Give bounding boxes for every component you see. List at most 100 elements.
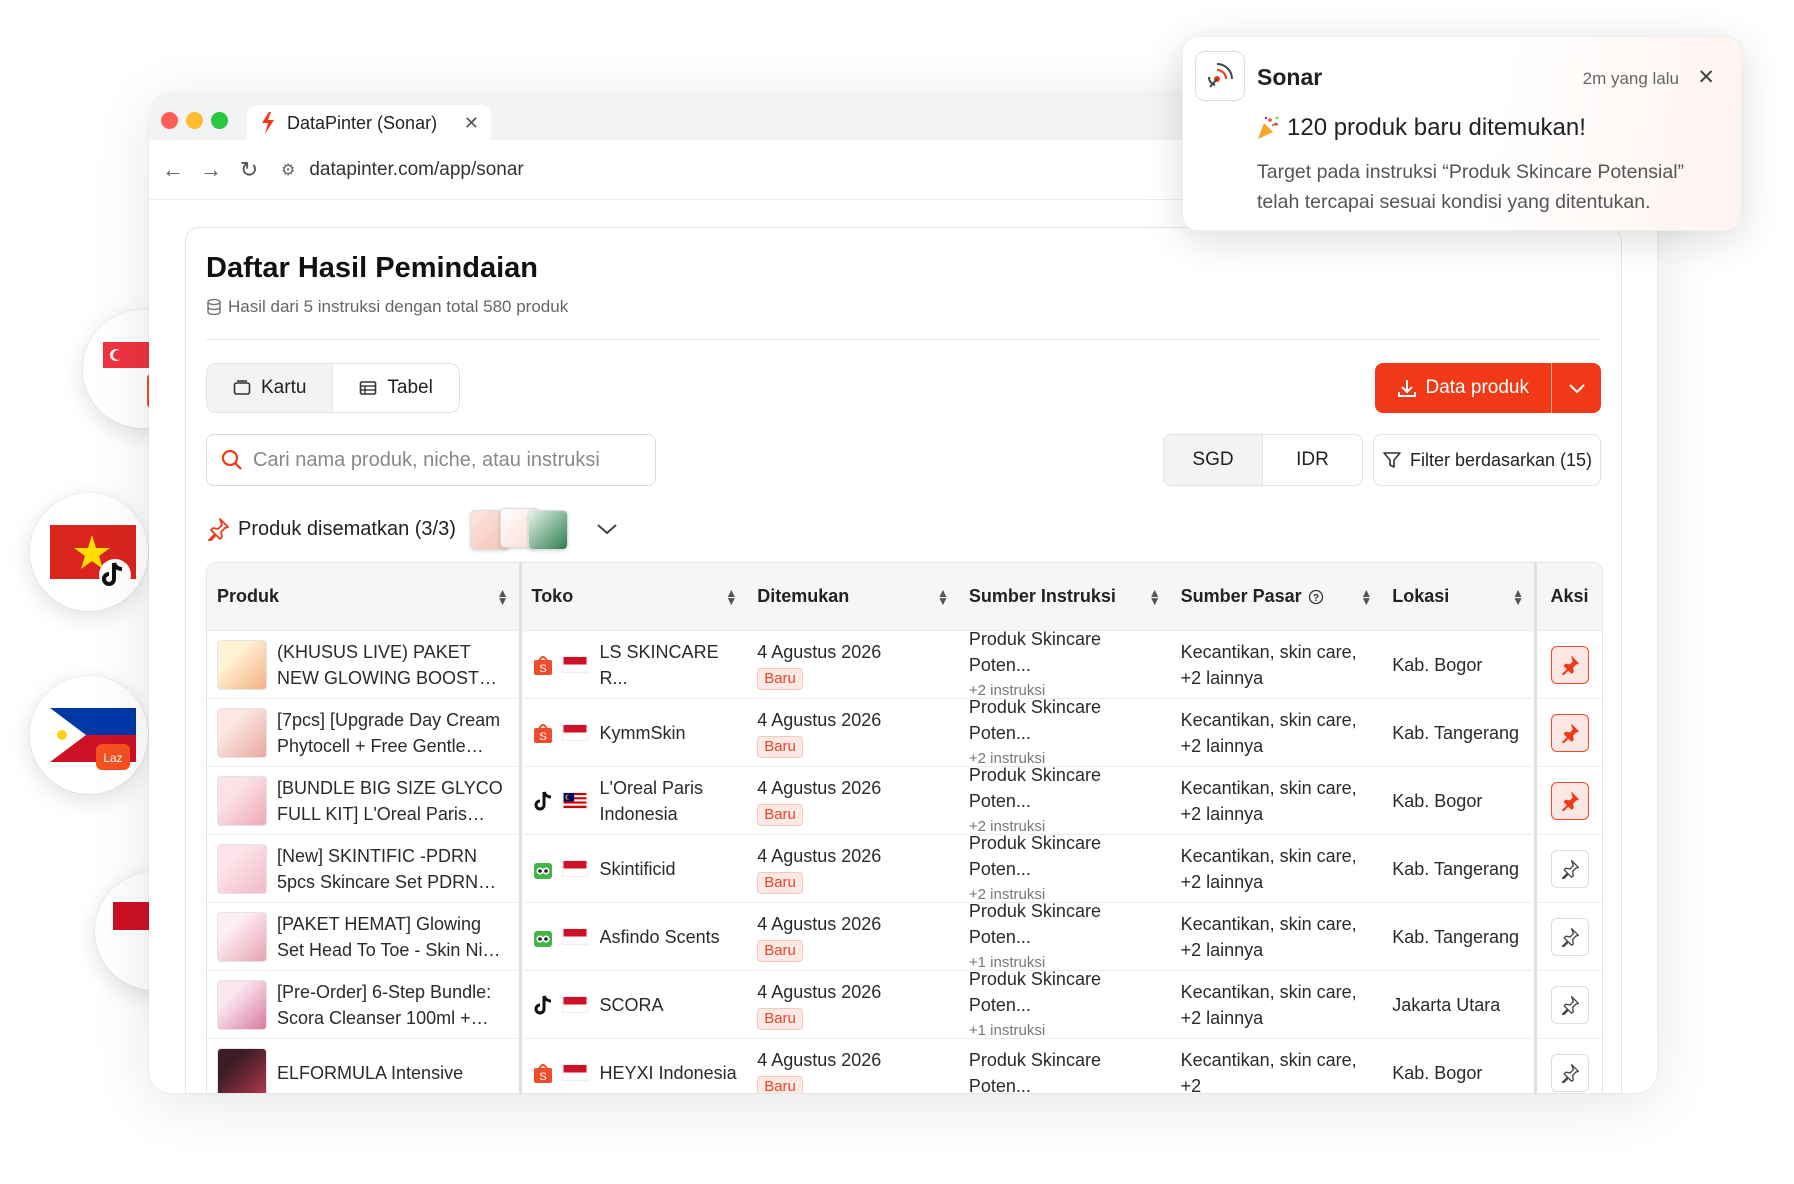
store-cell: Asfindo Scents [522,903,748,970]
table-row[interactable]: [BUNDLE BIG SIZE GLYCO FULL KIT] L'Oreal… [207,767,1602,835]
close-window-button[interactable] [161,112,178,129]
product-cell[interactable]: [New] SKINTIFIC -PDRN 5pcs Skincare Set … [207,835,522,902]
instruction-cell[interactable]: Produk Skincare Poten... +1 instruksi [959,903,1171,970]
philippines-flag-lazada-icon: Laz [50,708,136,770]
pin-button[interactable] [1550,713,1589,752]
store-name: L'Oreal Paris Indonesia [599,777,704,824]
browser-tab[interactable]: DataPinter (Sonar) ✕ [247,105,491,141]
currency-sgd-button[interactable]: SGD [1164,435,1263,485]
svg-text:S: S [539,731,546,743]
product-name: [New] SKINTIFIC -PDRN 5pcs Skincare Set … [277,845,479,892]
instruction-more: +2 instruksi [968,817,1046,835]
column-header-produk[interactable]: Produk ▲ ▼ [207,563,522,630]
headline-text: 120 produk baru ditemukan! [1287,114,1586,141]
location: Kab. Tangerang [1392,926,1520,947]
product-name: ELFORMULA Intensive [277,1062,464,1083]
instruction-cell[interactable]: Produk Skincare Poten... +1 instruksi [959,971,1171,1038]
browser-window: DataPinter (Sonar) ✕ ← → ↻ ⚙ datapinter.… [149,93,1657,1093]
market-source: Kecantikan, skin care, +2 lainnya [1180,641,1357,688]
table-row[interactable]: [PAKET HEMAT] Glowing Set Head To Toe - … [207,903,1602,971]
svg-text:?: ? [1313,593,1319,604]
product-cell[interactable]: (KHUSUS LIVE) PAKET NEW GLOWING BOOSTER … [207,631,522,698]
column-header-sumber-pasar[interactable]: Sumber Pasar ? ▲ ▼ [1171,563,1383,630]
notification-body: Target pada instruksi “Produk Skincare P… [1257,161,1685,213]
product-cell[interactable]: [Pre-Order] 6-Step Bundle: Scora Cleanse… [207,971,522,1038]
new-badge: Baru [757,804,803,826]
currency-idr-button[interactable]: IDR [1263,435,1362,485]
pin-icon [208,518,229,541]
sort-icon[interactable]: ▲ ▼ [1512,587,1524,607]
product-cell[interactable]: [7pcs] [Upgrade Day Cream Phytocell + Fr… [207,699,522,766]
svg-text:S: S [539,663,546,675]
column-header-toko[interactable]: Toko ▲ ▼ [522,563,748,630]
store-name: HEYXI Indonesia [599,1062,737,1083]
pin-button[interactable] [1550,645,1589,684]
location-cell: Kab. Bogor [1382,767,1534,834]
svg-text:Laz: Laz [103,751,122,765]
column-label-wrap: Sumber Pasar ? [1181,586,1324,607]
found-date: 4 Agustus 2026 [757,846,882,866]
sort-icon[interactable]: ▲ ▼ [1360,587,1372,607]
pin-button[interactable] [1550,917,1589,956]
notification-toast[interactable]: Sonar 2m yang lalu ✕ 120 produk baru dit… [1182,36,1742,231]
instruction-cell[interactable]: Produk Skincare Poten... +2 instruksi [959,767,1171,834]
market-source: Kecantikan, skin care, +2 lainnya [1180,845,1357,892]
indonesia-flag-icon [561,656,588,673]
column-label: Produk [217,586,280,606]
sort-icon[interactable]: ▲ ▼ [1149,587,1161,607]
help-icon[interactable]: ? [1308,589,1324,605]
store-cell: S HEYXI Indonesia [522,1039,748,1093]
url-field[interactable]: datapinter.com/app/sonar [309,159,523,181]
pin-button[interactable] [1550,781,1589,820]
back-icon[interactable]: ← [161,157,185,183]
column-header-ditemukan[interactable]: Ditemukan ▲ ▼ [747,563,959,630]
pinned-products-toggle[interactable]: Produk disematkan (3/3) [206,508,618,550]
sort-icon[interactable]: ▲ ▼ [497,587,509,607]
minimize-window-button[interactable] [186,112,203,129]
instruction-cell[interactable]: Produk Skincare Poten... +2 instruksi [959,699,1171,766]
sort-icon[interactable]: ▲ ▼ [937,587,949,607]
site-settings-icon[interactable]: ⚙ [281,160,295,180]
table-row[interactable]: [7pcs] [Upgrade Day Cream Phytocell + Fr… [207,699,1602,767]
reload-icon[interactable]: ↻ [237,157,261,183]
pin-outline-icon [1561,1063,1579,1083]
product-cell[interactable]: [BUNDLE BIG SIZE GLYCO FULL KIT] L'Oreal… [207,767,522,834]
pinned-thumb [527,510,568,550]
tiktok-icon [534,994,551,1014]
svg-text:S: S [539,1071,546,1083]
forward-icon[interactable]: → [199,157,223,183]
instruction-cell[interactable]: Produk Skincare Poten... [959,1039,1171,1094]
notification-close-icon[interactable]: ✕ [1697,65,1715,90]
view-table-button[interactable]: Tabel [333,364,458,412]
scan-results-card: Daftar Hasil Pemindaian Hasil dari 5 ins… [185,227,1622,1093]
instruction-name: Produk Skincare Poten... [968,767,1101,811]
table-row[interactable]: ELFORMULA Intensive S HEYXI Indonesia 4 Agu… [207,1039,1602,1093]
pin-button[interactable] [1550,985,1589,1024]
export-data-button[interactable]: Data produk [1375,363,1551,413]
pin-button[interactable] [1550,849,1589,888]
filter-button[interactable]: Filter berdasarkan (15) [1373,434,1601,486]
view-table-label: Tabel [387,377,433,398]
location: Jakarta Utara [1392,994,1501,1015]
table-row[interactable]: (KHUSUS LIVE) PAKET NEW GLOWING BOOSTER … [207,631,1602,699]
search-box [206,434,656,486]
search-input[interactable] [253,448,633,472]
view-card-button[interactable]: Kartu [207,364,334,412]
table-row[interactable]: [New] SKINTIFIC -PDRN 5pcs Skincare Set … [207,835,1602,903]
export-dropdown-button[interactable] [1551,363,1601,413]
found-date: 4 Agustus 2026 [757,710,882,730]
table-row[interactable]: [Pre-Order] 6-Step Bundle: Scora Cleanse… [207,971,1602,1039]
tab-close-icon[interactable]: ✕ [464,113,479,134]
instruction-name: Produk Skincare Poten... [968,699,1101,743]
location: Kab. Bogor [1392,654,1483,675]
sort-icon[interactable]: ▲ ▼ [725,587,737,607]
instruction-cell[interactable]: Produk Skincare Poten... +2 instruksi [959,631,1171,698]
column-header-sumber-instruksi[interactable]: Sumber Instruksi ▲ ▼ [959,563,1171,630]
product-cell[interactable]: [PAKET HEMAT] Glowing Set Head To Toe - … [207,903,522,970]
column-header-lokasi[interactable]: Lokasi ▲ ▼ [1382,563,1534,630]
pin-button[interactable] [1550,1053,1589,1092]
found-cell: 4 Agustus 2026 Baru [747,1039,959,1093]
instruction-cell[interactable]: Produk Skincare Poten... +2 instruksi [959,835,1171,902]
maximize-window-button[interactable] [211,112,228,129]
product-cell[interactable]: ELFORMULA Intensive [207,1039,522,1093]
